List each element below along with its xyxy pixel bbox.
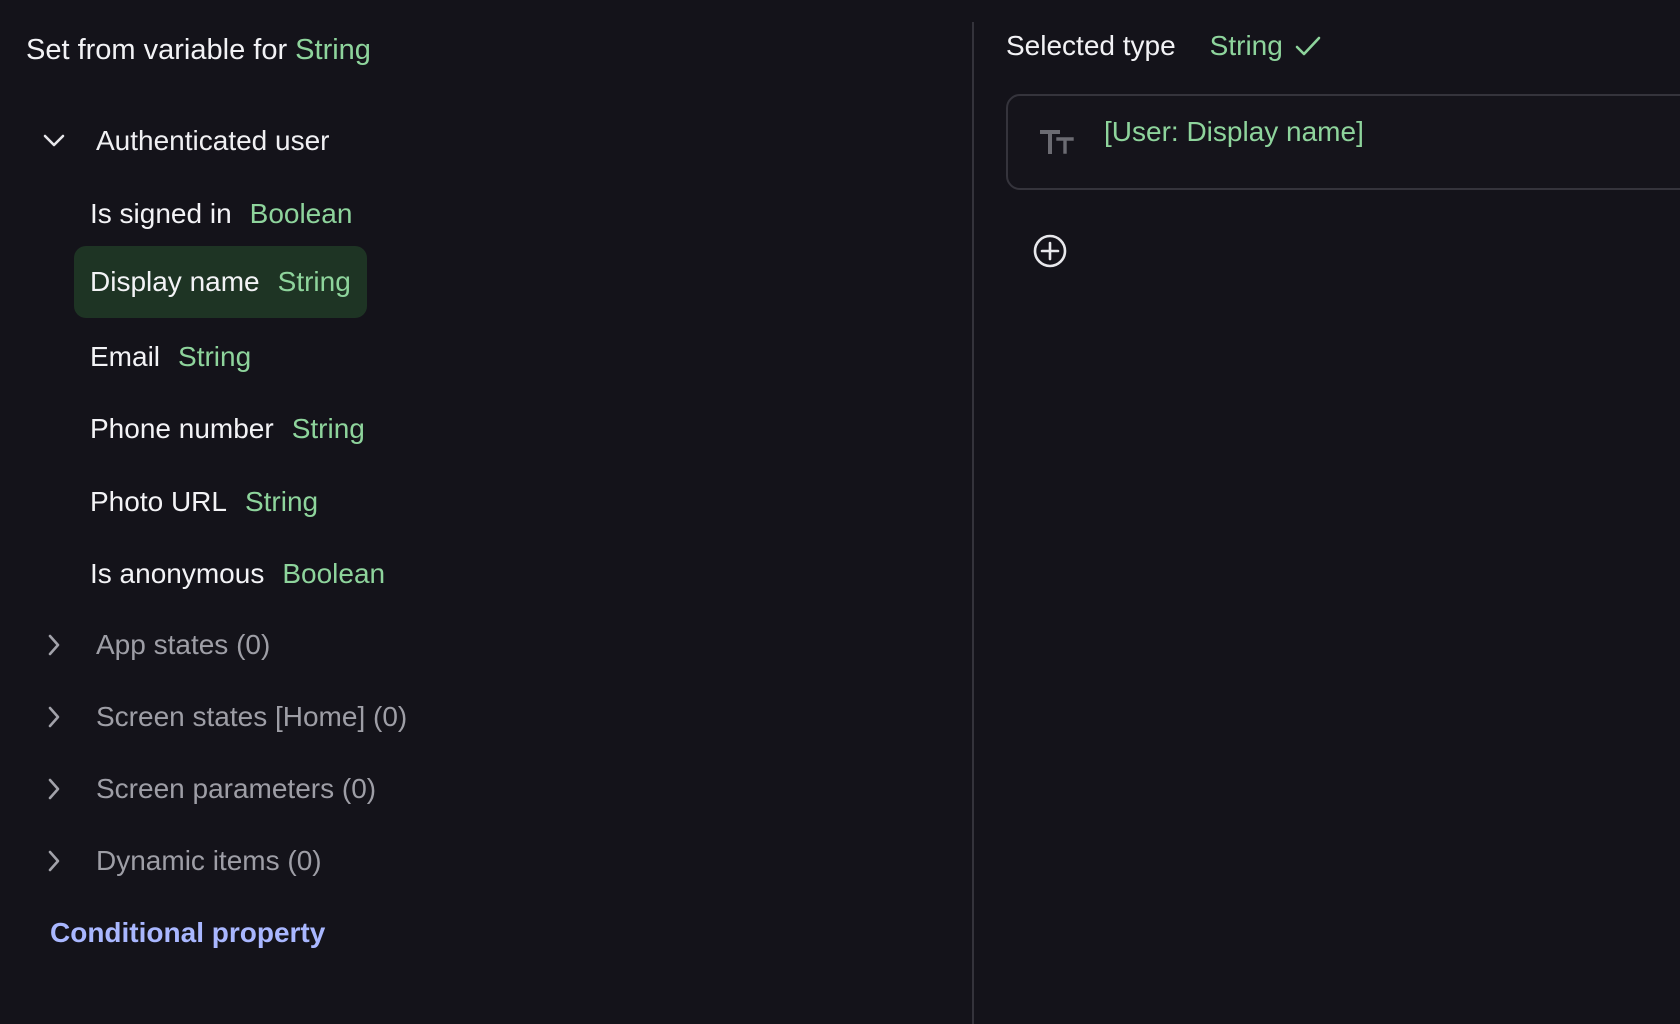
- text-type-icon: [1040, 126, 1074, 158]
- group-label: Dynamic items (0): [96, 845, 322, 876]
- group-label: App states (0): [96, 629, 271, 660]
- group-dynamic-items[interactable]: Dynamic items (0): [40, 837, 322, 885]
- panel-title-prefix: Set from variable for: [26, 34, 288, 66]
- variable-source-panel: Set from variable for String Authenticat…: [0, 0, 972, 1024]
- variable-picker: Set from variable for String Authenticat…: [0, 0, 1680, 1024]
- field-name: Email: [90, 341, 161, 372]
- add-circle-icon[interactable]: [1032, 233, 1068, 269]
- group-label: Screen parameters (0): [96, 773, 377, 804]
- field-type: Boolean: [282, 558, 386, 589]
- chevron-right-icon: [40, 631, 68, 659]
- selected-type-label: Selected type: [1006, 30, 1176, 61]
- field-is-anonymous[interactable]: Is anonymous Boolean: [74, 538, 401, 610]
- group-app-states[interactable]: App states (0): [40, 621, 270, 669]
- group-screen-parameters[interactable]: Screen parameters (0): [40, 765, 376, 813]
- group-label: Screen states [Home] (0): [96, 701, 408, 732]
- field-type: String: [277, 266, 351, 297]
- field-name: Phone number: [90, 413, 274, 444]
- conditional-property-link[interactable]: Conditional property: [50, 917, 325, 949]
- selected-value-box[interactable]: [User: Display name]: [1006, 94, 1680, 190]
- field-type: String: [178, 341, 252, 372]
- field-type: String: [291, 413, 365, 444]
- group-screen-states[interactable]: Screen states [Home] (0): [40, 693, 407, 741]
- field-name: Photo URL: [90, 486, 227, 517]
- field-name: Is signed in: [90, 198, 232, 229]
- panel-title: Set from variable for String: [26, 32, 371, 68]
- check-icon: [1295, 35, 1321, 57]
- field-type: String: [244, 486, 319, 517]
- chevron-right-icon: [40, 703, 68, 731]
- field-is-signed-in[interactable]: Is signed in Boolean: [74, 178, 368, 250]
- field-type: Boolean: [249, 198, 353, 229]
- field-phone-number[interactable]: Phone number String: [74, 393, 381, 465]
- group-label: Authenticated user: [96, 125, 330, 156]
- field-photo-url[interactable]: Photo URL String: [74, 466, 334, 538]
- selected-type-row: Selected type String: [1006, 26, 1321, 66]
- field-name: Is anonymous: [90, 558, 265, 589]
- selected-value-text: [User: Display name]: [1104, 116, 1364, 147]
- selected-type-value: String: [1209, 30, 1283, 61]
- field-name: Display name: [90, 266, 260, 297]
- panel-title-type: String: [295, 34, 371, 66]
- group-authenticated-user[interactable]: Authenticated user: [40, 117, 330, 165]
- panel-divider: [972, 22, 974, 1024]
- chevron-right-icon: [40, 775, 68, 803]
- field-display-name[interactable]: Display name String: [74, 246, 367, 318]
- chevron-right-icon: [40, 847, 68, 875]
- chevron-down-icon: [40, 127, 68, 155]
- field-email[interactable]: Email String: [74, 321, 267, 393]
